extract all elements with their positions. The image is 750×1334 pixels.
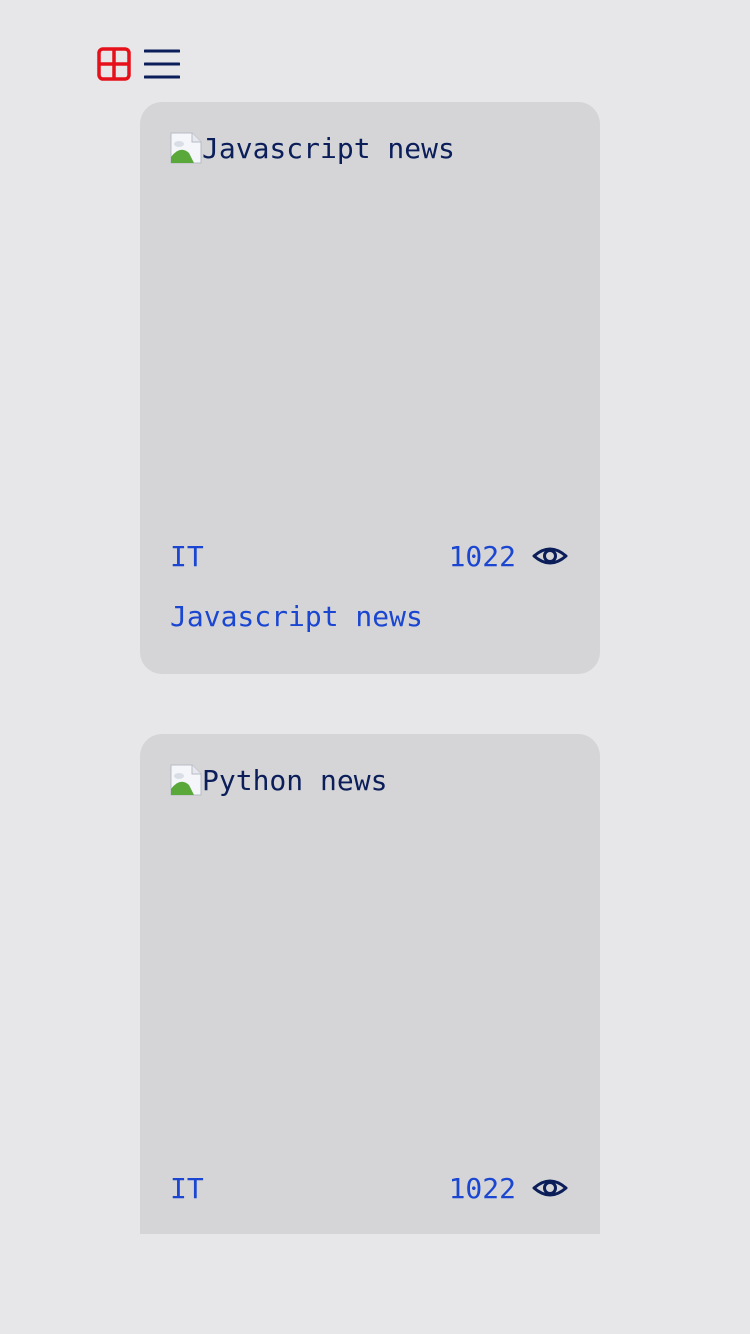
article-meta: IT 1022: [170, 538, 568, 574]
article-title[interactable]: Javascript news: [170, 600, 423, 633]
article-card[interactable]: Python news IT 1022: [140, 734, 600, 1234]
eye-icon: [532, 547, 568, 565]
broken-image-icon: [170, 764, 202, 796]
article-image: Javascript news: [170, 132, 570, 482]
view-count: 1022: [449, 538, 568, 574]
view-toggle: [96, 46, 180, 82]
eye-icon: [532, 1179, 568, 1197]
view-count: 1022: [449, 1170, 568, 1206]
image-alt-text: Python news: [202, 764, 388, 797]
article-image: Python news: [170, 764, 570, 1114]
category-label: IT: [170, 1171, 204, 1205]
grid-icon: [97, 47, 131, 81]
view-count-value: 1022: [448, 1171, 516, 1205]
category-label: IT: [170, 539, 204, 573]
list-icon: [144, 49, 180, 79]
grid-view-button[interactable]: [96, 46, 132, 82]
article-meta: IT 1022: [170, 1170, 568, 1206]
view-count-value: 1022: [448, 539, 516, 573]
broken-image-icon: [170, 132, 202, 164]
image-alt-text: Javascript news: [202, 132, 455, 165]
list-view-button[interactable]: [144, 46, 180, 82]
article-card[interactable]: Javascript news IT 1022 Javascript news: [140, 102, 600, 674]
